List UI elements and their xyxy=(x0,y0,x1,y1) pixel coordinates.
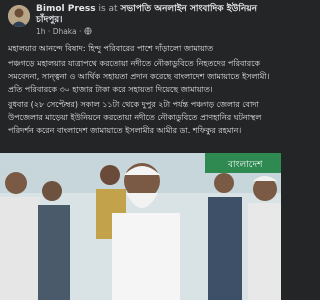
post-header: Bimol Press is at সভাপতি অনলাইন সাংবাদিক… xyxy=(0,0,281,38)
globe-icon xyxy=(84,27,92,36)
author-name[interactable]: Bimol Press xyxy=(36,4,96,14)
checkin-location[interactable]: সভাপতি অনলাইন সাংবাদিক ইউনিয়ন xyxy=(120,4,257,14)
post-place[interactable]: Dhaka xyxy=(53,27,77,36)
post-body: মহালয়ার আনন্দে বিষাদ: হিন্দু পরিবারের প… xyxy=(8,42,274,139)
post-title-line: Bimol Press is at সভাপতি অনলাইন সাংবাদিক… xyxy=(36,4,274,26)
banner-text: বাংলাদেশ xyxy=(227,160,263,170)
post-paragraph: পঞ্চগড়ে মহালয়ার যাত্রাপথে করতোয়া নদীত… xyxy=(8,59,270,94)
checkin-location-line2[interactable]: চাঁদপুর। xyxy=(36,15,62,25)
post-paragraph: বুধবার (২৮ সেপ্টেম্বর) সকাল ১১টা থেকে দু… xyxy=(8,100,262,135)
post-headline: মহালয়ার আনন্দে বিষাদ: হিন্দু পরিবারের প… xyxy=(8,44,214,53)
post-time[interactable]: 1h xyxy=(36,27,46,36)
author-avatar[interactable] xyxy=(8,5,30,27)
post-meta: 1h · Dhaka · xyxy=(36,27,92,36)
post-photo[interactable]: বাংলাদেশ xyxy=(0,153,281,300)
checkin-verb: is at xyxy=(98,4,118,14)
